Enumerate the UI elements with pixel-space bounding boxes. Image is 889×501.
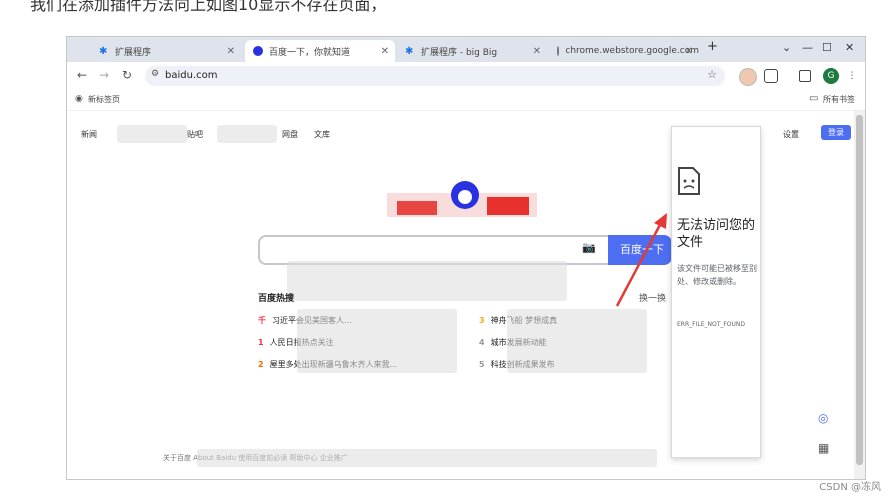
tab-label: chrome.webstore.google.com: [565, 46, 699, 56]
profile-avatar[interactable]: G: [823, 68, 839, 84]
settings-link[interactable]: 设置: [783, 129, 799, 140]
tab-search-icon[interactable]: ⌄: [782, 41, 791, 54]
address-bar[interactable]: ⚙ baidu.com ☆: [145, 66, 725, 86]
nav-link[interactable]: 文库: [314, 129, 330, 140]
page-caption: 我们在添加插件方法向上如图10显示不存在页面，: [30, 0, 387, 14]
all-bookmarks[interactable]: 所有书签: [823, 94, 855, 105]
url-text: baidu.com: [165, 70, 218, 81]
error-title: 无法访问您的文件: [677, 218, 756, 250]
blurred-region: [507, 309, 647, 373]
extensions-puzzle-icon[interactable]: [764, 69, 778, 83]
tab-extensions-2[interactable]: ✱ 扩展程序 - big Big ✕: [397, 40, 547, 62]
globe-icon: ◉: [75, 94, 83, 104]
minimize-button[interactable]: —: [802, 41, 813, 54]
site-info-icon[interactable]: ⚙: [151, 69, 159, 79]
forward-icon[interactable]: →: [99, 68, 109, 82]
baidu-icon: [253, 46, 263, 56]
back-icon[interactable]: ←: [77, 68, 87, 82]
blurred-region: [117, 125, 187, 143]
blurred-region: [197, 449, 657, 467]
scrollbar-thumb[interactable]: [856, 115, 863, 465]
tab-label: 扩展程序: [115, 47, 152, 58]
close-icon[interactable]: ✕: [381, 46, 389, 57]
tab-webstore[interactable]: chrome.webstore.google.com ✕: [549, 40, 699, 62]
address-toolbar: ← → ↻ ⚙ baidu.com ☆ G ⋮: [67, 62, 865, 90]
tab-extensions[interactable]: ✱ 扩展程序 ✕: [91, 40, 241, 62]
side-panel-icon[interactable]: [799, 70, 811, 82]
new-tab-button[interactable]: +: [707, 39, 718, 54]
ai-assistant-icon[interactable]: ◎: [818, 411, 828, 425]
close-icon[interactable]: ✕: [533, 46, 541, 57]
tab-bar: ✱ 扩展程序 ✕ 百度一下，你就知道 ✕ ✱ 扩展程序 - big Big ✕ …: [67, 37, 865, 62]
error-popup: 无法访问您的文件 该文件可能已被移至别处、修改或删除。 ERR_FILE_NOT…: [671, 126, 761, 458]
sad-file-icon: [678, 167, 700, 195]
folder-icon: ▭: [809, 93, 819, 104]
blurred-region: [297, 309, 457, 373]
puzzle-icon: ✱: [405, 46, 414, 57]
tab-baidu[interactable]: 百度一下，你就知道 ✕: [245, 40, 395, 62]
browser-window: ✱ 扩展程序 ✕ 百度一下，你就知道 ✕ ✱ 扩展程序 - big Big ✕ …: [66, 36, 866, 480]
blurred-region: [217, 125, 277, 143]
nav-link[interactable]: 贴吧: [187, 129, 203, 140]
error-description: 该文件可能已被移至别处、修改或删除。: [677, 264, 757, 286]
watermark: CSDN @冻风: [819, 482, 881, 493]
maximize-button[interactable]: ☐: [822, 41, 832, 54]
reload-icon[interactable]: ↻: [122, 68, 132, 82]
red-arrow-annotation: [615, 213, 667, 307]
tab-label: 百度一下，你就知道: [269, 47, 351, 58]
tab-label: 扩展程序 - big Big: [421, 47, 498, 58]
error-code: ERR_FILE_NOT_FOUND: [677, 321, 746, 328]
baidu-page: 新闻 贴吧 网盘 文库 设置 登录 📷 百度一下 百度热搜 换一换 千习近平会见…: [67, 111, 865, 479]
globe-icon: [557, 46, 560, 56]
login-button[interactable]: 登录: [821, 125, 851, 140]
menu-icon[interactable]: ⋮: [844, 68, 860, 84]
close-icon[interactable]: ✕: [227, 46, 235, 57]
camera-icon[interactable]: 📷: [582, 241, 596, 254]
nav-link[interactable]: 新闻: [81, 129, 97, 140]
extension-avatar-icon[interactable]: [739, 68, 757, 86]
hot-search-title: 百度热搜: [258, 294, 295, 304]
bookmarks-bar: ◉ 新标签页 ▭ 所有书签: [67, 90, 865, 111]
qr-code-icon[interactable]: ▦: [818, 441, 829, 455]
bookmark-star-icon[interactable]: ☆: [707, 68, 717, 81]
baidu-logo: [387, 181, 537, 217]
vertical-scrollbar[interactable]: [854, 111, 865, 479]
close-window-button[interactable]: ✕: [845, 41, 854, 54]
close-icon[interactable]: ✕: [685, 46, 693, 57]
blurred-region: [287, 261, 567, 301]
nav-link[interactable]: 网盘: [282, 129, 298, 140]
bookmark-new-tab[interactable]: 新标签页: [88, 94, 120, 105]
puzzle-icon: ✱: [99, 46, 108, 57]
